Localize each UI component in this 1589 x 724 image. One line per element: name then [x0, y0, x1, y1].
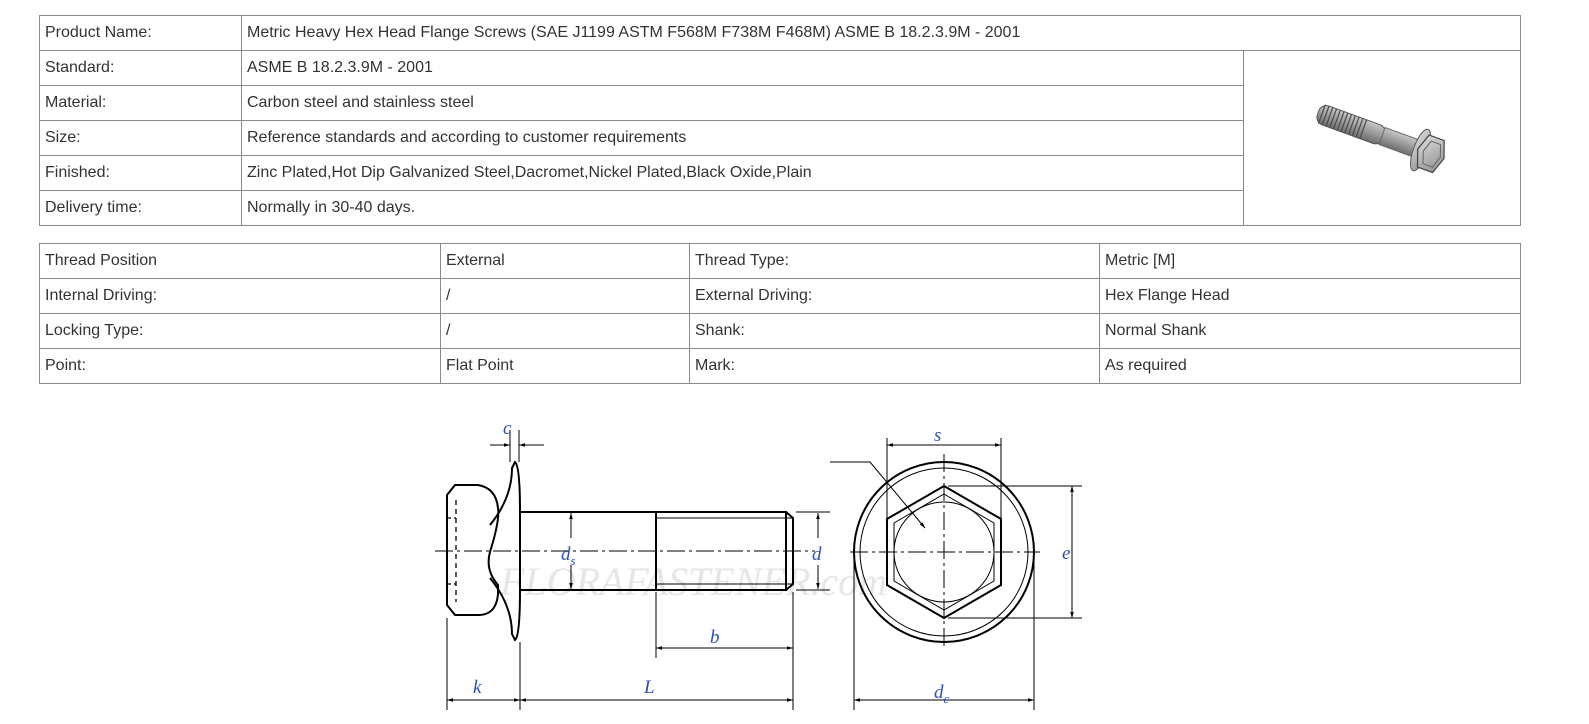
product-image-cell: [1242, 50, 1522, 226]
attr-label: Thread Position: [39, 243, 441, 279]
attr-label: Point:: [39, 348, 441, 384]
spec-row-standard: Standard: ASME B 18.2.3.9M - 2001: [39, 50, 1522, 226]
dim-e: e: [1062, 543, 1070, 564]
dim-ds-main: d: [561, 544, 571, 565]
spec-value: Metric Heavy Hex Head Flange Screws (SAE…: [240, 15, 1522, 51]
attr-value: /: [440, 313, 690, 349]
spec-value: Zinc Plated,Hot Dip Galvanized Steel,Dac…: [241, 155, 1244, 191]
attr-value: Hex Flange Head: [1099, 278, 1521, 314]
spec-row-product-name: Product Name: Metric Heavy Hex Head Flan…: [39, 15, 1522, 51]
spec-value: ASME B 18.2.3.9M - 2001: [241, 50, 1244, 86]
spec-label: Finished:: [39, 155, 242, 191]
spec-value: Normally in 30-40 days.: [241, 190, 1244, 226]
attr-label: Mark:: [689, 348, 1100, 384]
attr-value: As required: [1099, 348, 1521, 384]
product-photo: [1316, 104, 1445, 173]
spec-label: Standard:: [39, 50, 242, 86]
dim-dc-main: d: [934, 682, 944, 703]
attr-value: /: [440, 278, 690, 314]
attr-label: Internal Driving:: [39, 278, 441, 314]
attr-row: Locking Type: / Shank: Normal Shank: [39, 313, 1521, 349]
spec-value: Carbon steel and stainless steel: [241, 85, 1244, 121]
spec-label: Delivery time:: [39, 190, 242, 226]
dim-ds: ds: [561, 544, 576, 568]
attr-row: Point: Flat Point Mark: As required: [39, 348, 1521, 384]
dim-k: k: [473, 677, 482, 698]
dim-c: c: [503, 418, 512, 439]
spec-table: Product Name: Metric Heavy Hex Head Flan…: [39, 15, 1522, 226]
attributes-table: Thread Position External Thread Type: Me…: [39, 243, 1521, 384]
dim-s: s: [934, 425, 941, 446]
attr-label: Shank:: [689, 313, 1100, 349]
attr-value: External: [440, 243, 690, 279]
dim-b: b: [710, 627, 720, 648]
dim-d: d: [812, 544, 822, 565]
attr-label: Locking Type:: [39, 313, 441, 349]
dim-L: L: [643, 677, 655, 698]
spec-label: Material:: [39, 85, 242, 121]
dim-ds-sub: s: [571, 553, 576, 568]
end-dimensions: [853, 438, 1082, 710]
end-view: [830, 454, 1040, 650]
attr-value: Normal Shank: [1099, 313, 1521, 349]
technical-drawing: FLORAFASTENER.com c ds d b k L s e dc: [435, 418, 1082, 710]
attr-value: Flat Point: [440, 348, 690, 384]
watermark-text: FLORAFASTENER.com: [499, 559, 887, 604]
spec-value: Reference standards and according to cus…: [241, 120, 1244, 156]
attr-label: Thread Type:: [689, 243, 1100, 279]
dim-dc-sub: c: [944, 691, 950, 706]
attr-row: Thread Position External Thread Type: Me…: [39, 243, 1521, 279]
attr-row: Internal Driving: / External Driving: He…: [39, 278, 1521, 314]
attr-value: Metric [M]: [1099, 243, 1521, 279]
spec-label: Product Name:: [39, 15, 242, 51]
dim-dc: dc: [934, 682, 950, 706]
attr-label: External Driving:: [689, 278, 1100, 314]
spec-label: Size:: [39, 120, 242, 156]
